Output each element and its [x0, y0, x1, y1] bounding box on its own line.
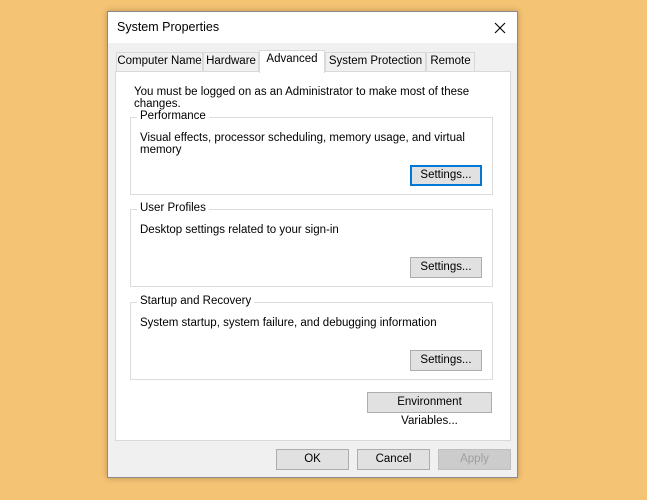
- title-bar[interactable]: System Properties: [108, 12, 517, 43]
- tab-system-protection[interactable]: System Protection: [325, 52, 426, 71]
- user-profiles-settings-button[interactable]: Settings...: [410, 257, 482, 278]
- environment-variables-button[interactable]: Environment Variables...: [367, 392, 492, 427]
- tab-advanced[interactable]: Advanced: [259, 50, 325, 73]
- startup-recovery-group: Startup and Recovery System startup, sys…: [130, 295, 493, 380]
- startup-recovery-settings-button[interactable]: Settings...: [410, 350, 482, 371]
- startup-recovery-group-title: Startup and Recovery: [137, 295, 255, 307]
- tab-hardware[interactable]: Hardware: [203, 52, 259, 71]
- ok-button[interactable]: OK: [276, 449, 349, 470]
- performance-settings-button[interactable]: Settings...: [410, 165, 482, 186]
- user-profiles-group: User Profiles Desktop settings related t…: [130, 202, 493, 287]
- startup-recovery-description: System startup, system failure, and debu…: [140, 317, 437, 329]
- close-icon: [494, 22, 506, 33]
- close-button[interactable]: [483, 12, 517, 43]
- window-title: System Properties: [117, 20, 220, 34]
- user-profiles-group-title: User Profiles: [137, 202, 209, 214]
- performance-description: Visual effects, processor scheduling, me…: [140, 132, 465, 156]
- cancel-button[interactable]: Cancel: [357, 449, 430, 470]
- user-profiles-description: Desktop settings related to your sign-in: [140, 224, 339, 236]
- performance-group-title: Performance: [137, 110, 209, 122]
- apply-button[interactable]: Apply: [438, 449, 511, 470]
- performance-group: Performance Visual effects, processor sc…: [130, 110, 493, 195]
- tab-remote[interactable]: Remote: [426, 52, 475, 71]
- system-properties-dialog: System Properties Computer Name Hardware…: [107, 11, 518, 478]
- tab-computer-name[interactable]: Computer Name: [116, 52, 203, 71]
- advanced-tab-panel: You must be logged on as an Administrato…: [115, 71, 511, 441]
- admin-notice: You must be logged on as an Administrato…: [134, 86, 470, 110]
